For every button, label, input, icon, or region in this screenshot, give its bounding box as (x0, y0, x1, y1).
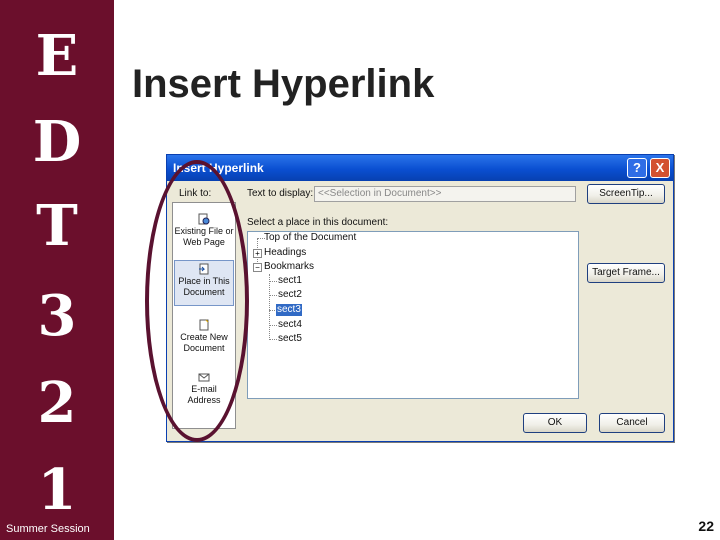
tree-node-sect3[interactable]: sect3 (276, 304, 302, 316)
highlight-oval (145, 160, 249, 442)
tree-node-sect4[interactable]: sect4 (278, 319, 302, 331)
sidebar-digit-1: 1 (37, 457, 77, 523)
cancel-button[interactable]: Cancel (599, 413, 665, 433)
tree-node-top-of-document[interactable]: Top of the Document (264, 232, 356, 244)
text-to-display-label: Text to display: (247, 188, 314, 199)
tree-node-sect1[interactable]: sect1 (278, 275, 302, 287)
sidebar-letter-d: D (32, 109, 82, 175)
target-frame-button[interactable]: Target Frame... (587, 263, 665, 283)
tree-node-bookmarks[interactable]: Bookmarks (264, 261, 314, 273)
document-place-tree[interactable]: Top of the Document + Headings − Bookmar… (247, 231, 579, 399)
dialog-titlebar: Insert Hyperlink ? X (167, 155, 673, 181)
tree-connector (269, 325, 277, 326)
page-number: 22 (698, 518, 714, 534)
tree-node-sect5[interactable]: sect5 (278, 333, 302, 345)
tree-connector (269, 339, 277, 340)
slide-title: Insert Hyperlink (132, 62, 435, 106)
sidebar: E D T 3 2 1 Summer Session (0, 0, 114, 540)
tree-connector (269, 295, 277, 296)
tree-connector (269, 274, 270, 340)
sidebar-letter-t: T (36, 193, 78, 259)
sidebar-letter-e: E (35, 23, 79, 89)
tree-connector (269, 281, 277, 282)
screentip-button[interactable]: ScreenTip... (587, 184, 665, 204)
close-button[interactable]: X (650, 158, 670, 178)
session-label: Summer Session (6, 523, 90, 535)
help-button[interactable]: ? (627, 158, 647, 178)
tree-node-sect2[interactable]: sect2 (278, 289, 302, 301)
expand-headings-toggle[interactable]: + (253, 249, 262, 258)
collapse-bookmarks-toggle[interactable]: − (253, 263, 262, 272)
text-to-display-field[interactable]: <<Selection in Document>> (314, 186, 576, 202)
tree-node-headings[interactable]: Headings (264, 247, 306, 259)
ok-button[interactable]: OK (523, 413, 587, 433)
select-place-label: Select a place in this document: (247, 217, 389, 228)
sidebar-digit-2: 2 (37, 370, 77, 436)
sidebar-digit-3: 3 (37, 283, 77, 349)
